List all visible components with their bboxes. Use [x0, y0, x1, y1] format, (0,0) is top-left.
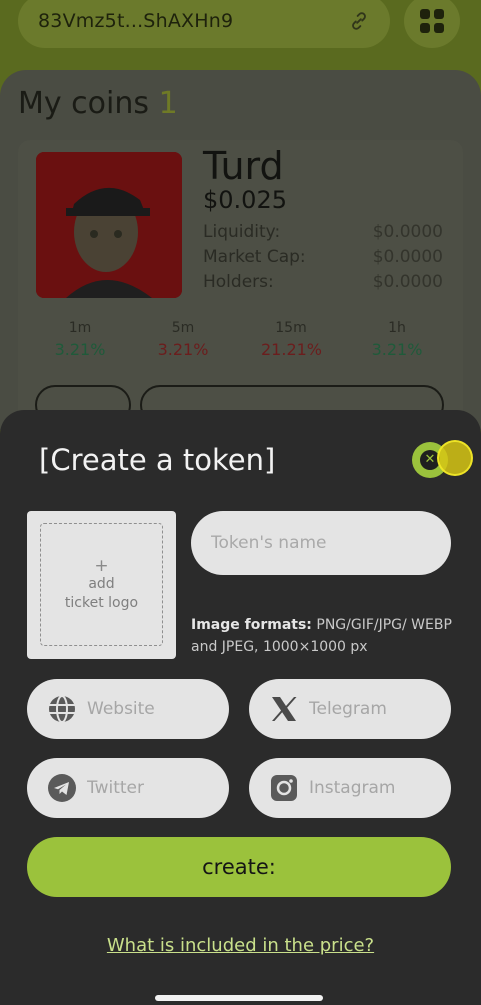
coin-name: Turd [203, 144, 284, 188]
website-field[interactable] [27, 679, 229, 739]
x-logo-icon [269, 694, 299, 724]
home-indicator [155, 995, 323, 1001]
twitter-input[interactable] [87, 778, 217, 798]
my-coins-title: My coins 1 [18, 86, 178, 121]
instagram-field[interactable] [249, 758, 451, 818]
coin-price: $0.025 [203, 186, 287, 214]
touch-indicator [437, 440, 473, 476]
timeframe-1m: 1m 3.21% [54, 320, 106, 359]
logo-upload-dropzone[interactable]: + add ticket logo [40, 523, 163, 646]
telegram-icon [47, 773, 77, 803]
sheet-title: [Create a token] [39, 443, 276, 477]
timeframe-15m: 15m 21.21% [261, 320, 323, 359]
timeframe-1h: 1h 3.21% [371, 320, 423, 359]
top-bar: 83Vmz5t...ShAXHn9 [0, 0, 481, 70]
create-button[interactable]: create: [27, 837, 451, 897]
logo-upload-label-1: add [88, 575, 115, 592]
stat-market-cap: Market Cap: $0.0000 [203, 247, 443, 267]
website-input[interactable] [87, 699, 217, 719]
logo-upload-label-2: ticket logo [64, 594, 139, 611]
link-icon[interactable] [348, 10, 370, 32]
instagram-input[interactable] [309, 778, 439, 798]
telegram-input[interactable] [309, 699, 439, 719]
timeframe-5m: 5m 3.21% [157, 320, 209, 359]
telegram-field[interactable] [249, 679, 451, 739]
wallet-address: 83Vmz5t...ShAXHn9 [38, 10, 234, 32]
wallet-address-pill[interactable]: 83Vmz5t...ShAXHn9 [18, 0, 390, 48]
price-info-link[interactable]: What is included in the price? [0, 935, 481, 956]
image-formats-label: Image formats: [191, 617, 312, 633]
image-formats-hint: Image formats: PNG/GIF/JPG/ WEBP and JPE… [191, 614, 456, 658]
logo-upload-box[interactable]: + add ticket logo [27, 511, 176, 659]
token-name-input[interactable] [191, 511, 451, 575]
globe-icon [47, 694, 77, 724]
twitter-field[interactable] [27, 758, 229, 818]
my-coins-count: 1 [158, 86, 178, 121]
stat-liquidity: Liquidity: $0.0000 [203, 222, 443, 242]
instagram-icon [269, 773, 299, 803]
plus-icon: + [94, 555, 109, 576]
stat-holders: Holders: $0.0000 [203, 272, 443, 292]
coin-avatar [36, 152, 182, 298]
apps-grid-icon[interactable] [404, 0, 460, 48]
